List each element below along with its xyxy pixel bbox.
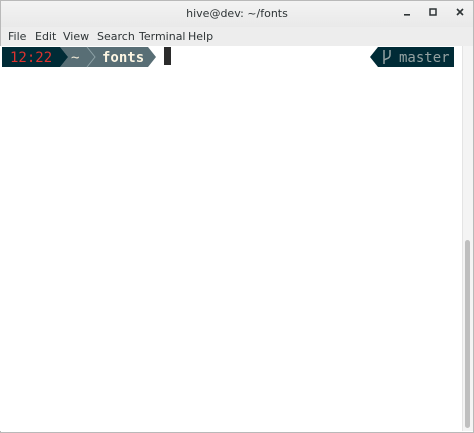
menu-edit[interactable]: Edit — [35, 30, 56, 43]
time-label: 12:22 — [10, 50, 52, 66]
minimize-button[interactable] — [399, 5, 415, 21]
scrollbar-thumb[interactable] — [465, 240, 470, 428]
text-cursor — [164, 47, 171, 65]
branch-label: master — [399, 50, 450, 66]
vertical-scrollbar[interactable] — [462, 46, 473, 431]
menu-search[interactable]: Search — [97, 30, 135, 43]
close-button[interactable] — [452, 5, 468, 21]
minimize-icon — [402, 7, 412, 20]
title-bar[interactable]: hive@dev: ~/fonts — [1, 1, 473, 27]
terminal-area[interactable] — [0, 46, 462, 431]
home-label: ~ — [71, 50, 79, 66]
menu-help[interactable]: Help — [188, 30, 213, 43]
maximize-icon — [428, 7, 438, 20]
menu-bar: File Edit View Search Terminal Help — [1, 27, 473, 47]
close-icon — [455, 7, 465, 20]
prompt-line: 12:22 ~ fonts master — [2, 46, 454, 68]
menu-file[interactable]: File — [8, 30, 26, 43]
menu-terminal[interactable]: Terminal — [139, 30, 186, 43]
directory-label: fonts — [102, 50, 144, 66]
menu-view[interactable]: View — [63, 30, 89, 43]
maximize-button[interactable] — [425, 5, 441, 21]
